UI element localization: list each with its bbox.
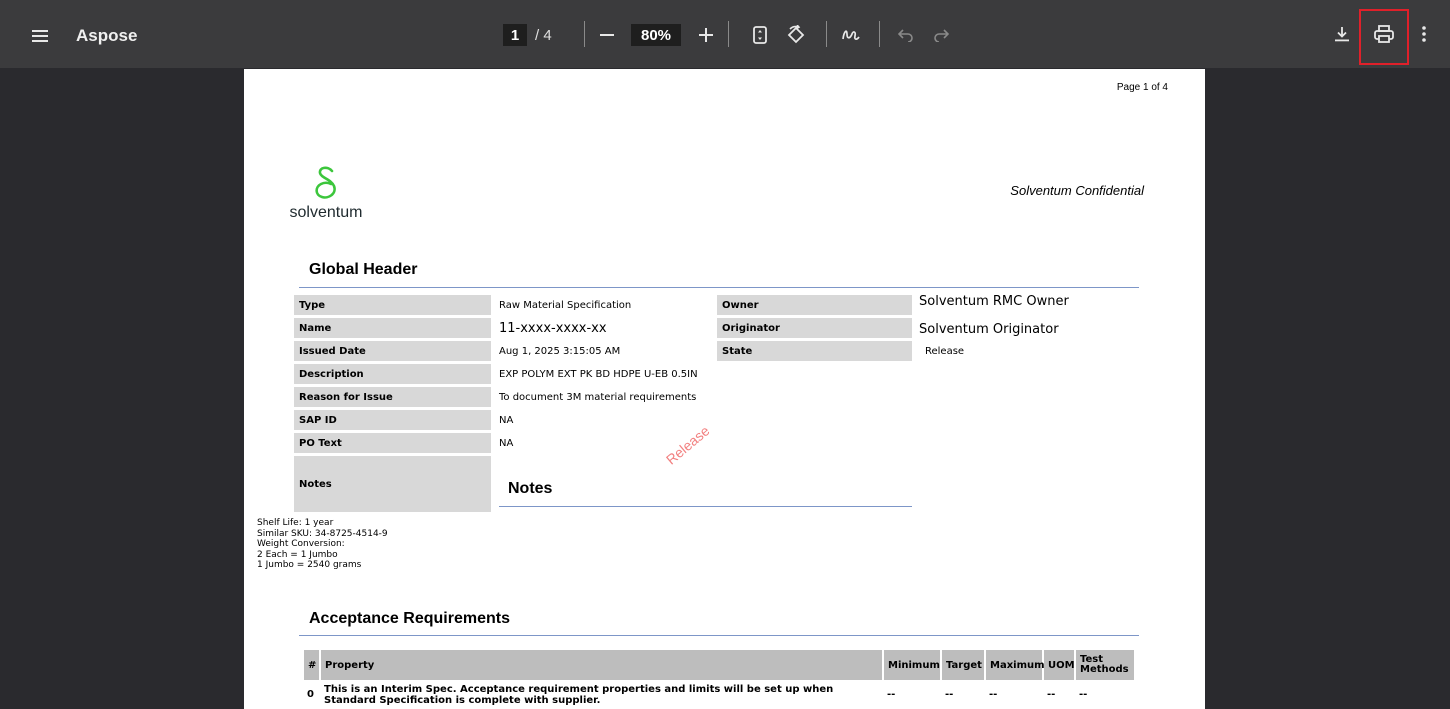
more-options-icon[interactable]: [1409, 19, 1439, 49]
zoom-in-button[interactable]: [691, 20, 721, 50]
label-owner: Owner: [717, 295, 912, 315]
toolbar-divider: [728, 21, 729, 47]
section-rule: [299, 287, 1139, 288]
column-header-test-methods: Test Methods: [1076, 650, 1134, 680]
page-number-input[interactable]: 1: [503, 24, 527, 46]
section-rule: [299, 635, 1139, 636]
menu-icon[interactable]: [26, 22, 54, 50]
value-owner: Solventum RMC Owner: [919, 293, 1069, 309]
fit-page-icon[interactable]: [745, 20, 775, 50]
confidential-label: Solventum Confidential: [1010, 183, 1144, 198]
row-test-methods: --: [1079, 689, 1088, 700]
zoom-level-input[interactable]: 80%: [631, 24, 681, 46]
notes-title: Notes: [508, 480, 553, 497]
print-button-highlight: [1359, 9, 1409, 65]
pdf-page: Page 1 of 4 solventum Solventum Confiden…: [244, 69, 1205, 709]
notes-rule: [499, 506, 912, 507]
column-header-uom: UOM: [1044, 650, 1075, 680]
value-originator: Solventum Originator: [919, 321, 1059, 337]
label-po-text: PO Text: [294, 433, 491, 453]
label-notes: Notes: [294, 456, 491, 512]
solventum-logo: solventum: [286, 165, 366, 222]
label-type: Type: [294, 295, 491, 315]
value-issued-date: Aug 1, 2025 3:15:05 AM: [499, 345, 621, 357]
redo-icon[interactable]: [926, 20, 956, 50]
download-icon[interactable]: [1327, 19, 1357, 49]
acceptance-title: Acceptance Requirements: [309, 610, 510, 627]
value-state: Release: [925, 345, 965, 357]
value-description: EXP POLYM EXT PK BD HDPE U-EB 0.5IN: [499, 368, 698, 380]
value-reason-for-issue: To document 3M material requirements: [499, 391, 697, 403]
undo-icon[interactable]: [891, 20, 921, 50]
value-type: Raw Material Specification: [499, 299, 632, 311]
row-uom: --: [1047, 689, 1056, 700]
label-description: Description: [294, 364, 491, 384]
toolbar-divider: [879, 21, 880, 47]
row-property: This is an Interim Spec. Acceptance requ…: [324, 684, 834, 706]
row-target: --: [945, 689, 954, 700]
column-header-property: Property: [321, 650, 882, 680]
toolbar-divider: [584, 21, 585, 47]
label-state: State: [717, 341, 912, 361]
column-header-target: Target: [942, 650, 984, 680]
column-header-maximum: Maximum: [986, 650, 1045, 680]
solventum-logo-mark: [315, 166, 336, 199]
row-number: 0: [307, 689, 314, 700]
label-name: Name: [294, 318, 491, 338]
viewer-toolbar: Aspose 1 / 4 80%: [0, 0, 1450, 68]
label-reason-for-issue: Reason for Issue: [294, 387, 491, 407]
page-number-label: Page 1 of 4: [1116, 82, 1168, 93]
document-viewport[interactable]: Page 1 of 4 solventum Solventum Confiden…: [0, 68, 1450, 709]
page-total: / 4: [535, 27, 552, 44]
app-title: Aspose: [76, 26, 138, 45]
label-sap-id: SAP ID: [294, 410, 491, 430]
draw-icon[interactable]: [836, 20, 866, 50]
row-minimum: --: [887, 689, 896, 700]
label-originator: Originator: [717, 318, 912, 338]
zoom-out-button[interactable]: [592, 20, 622, 50]
column-header-minimum: Minimum: [884, 650, 940, 680]
value-sap-id: NA: [499, 414, 514, 426]
column-header-number: #: [304, 650, 319, 680]
value-name: 11-xxxx-xxxx-xx: [499, 320, 607, 336]
label-issued-date: Issued Date: [294, 341, 491, 361]
logo-text: solventum: [289, 204, 363, 221]
rotate-icon[interactable]: [781, 20, 811, 50]
notes-text: Shelf Life: 1 year Similar SKU: 34-8725-…: [257, 518, 388, 570]
toolbar-divider: [826, 21, 827, 47]
row-maximum: --: [989, 689, 998, 700]
global-header-title: Global Header: [309, 261, 418, 278]
